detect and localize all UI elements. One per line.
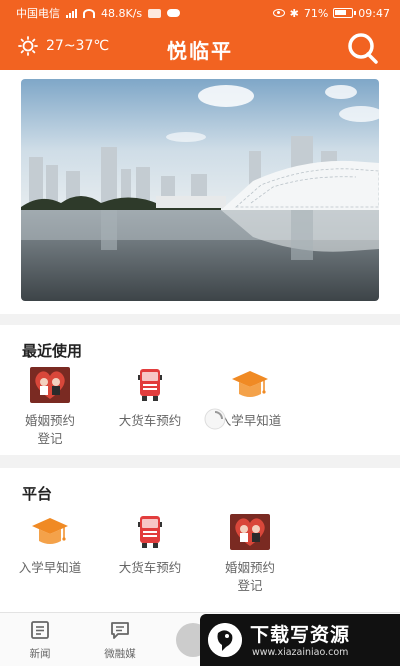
signal-icon: [66, 8, 77, 18]
platform-item-marriage[interactable]: 婚姻预约登记: [205, 514, 295, 595]
search-icon[interactable]: [346, 32, 380, 64]
recent-item-label: 婚姻预约登记: [24, 413, 75, 446]
platform-item-label: 入学早知道: [18, 560, 82, 575]
battery-icon: [333, 8, 357, 18]
recent-section: 最近使用 婚姻预约登记 大货车预约 入学早知道: [0, 325, 400, 455]
carrier-label: 中国电信: [16, 7, 60, 20]
app-header: 27~37℃ 悦临平: [0, 26, 400, 70]
nav-tab-news[interactable]: 新闻: [10, 620, 70, 661]
platform-item-truck[interactable]: 大货车预约: [105, 514, 195, 577]
bird-logo-icon: [208, 623, 242, 657]
nav-tab-label: 微融媒: [104, 648, 136, 660]
battery-percent: 71%: [303, 6, 329, 20]
eye-icon: [272, 9, 285, 17]
clock: 09:47: [358, 6, 390, 20]
recent-section-title: 最近使用: [22, 342, 83, 360]
platform-item-label: 婚姻预约登记: [224, 560, 275, 593]
nav-tab-label: 新闻: [29, 648, 51, 660]
platform-item-label: 大货车预约: [118, 560, 182, 575]
nav-tab-micro-media[interactable]: 微融媒: [90, 620, 150, 661]
watermark-banner: 下载写资源 www.xiazainiao.com: [200, 614, 400, 666]
platform-section-title: 平台: [22, 485, 53, 503]
watermark-url: www.xiazainiao.com: [252, 647, 349, 658]
weather-icon: [167, 9, 181, 17]
sun-icon: [18, 36, 38, 56]
bluetooth-icon: ✱: [289, 6, 299, 20]
recent-item-label: 大货车预约: [118, 413, 182, 428]
platform-item-enrollment[interactable]: 入学早知道: [5, 514, 95, 577]
marriage-icon: [230, 514, 270, 550]
marriage-icon: [30, 367, 70, 403]
app-screen: 中国电信 48.8K/s ✱ 71% 09:47 27~37℃ 悦临平 最近使用…: [0, 0, 400, 666]
news-icon: [31, 621, 49, 639]
status-bar: 中国电信 48.8K/s ✱ 71% 09:47: [0, 0, 400, 26]
graduation-cap-icon: [232, 371, 268, 397]
weather-widget[interactable]: 27~37℃: [18, 36, 109, 56]
truck-icon: [138, 369, 162, 401]
watermark-title: 下载写资源: [250, 624, 351, 646]
weather-temp: 27~37℃: [46, 38, 110, 54]
wifi-icon: [83, 8, 95, 18]
notification-icon: [148, 8, 162, 18]
recent-item-truck[interactable]: 大货车预约: [105, 367, 195, 430]
banner-image[interactable]: [21, 79, 379, 301]
platform-section: 平台 入学早知道 大货车预约 婚姻预约登记: [0, 468, 400, 612]
recent-item-marriage[interactable]: 婚姻预约登记: [5, 367, 95, 448]
banner-section: [0, 70, 400, 314]
graduation-cap-icon: [32, 518, 68, 544]
chat-icon: [111, 622, 129, 639]
network-speed: 48.8K/s: [101, 6, 143, 20]
truck-icon: [138, 516, 162, 548]
loading-spinner-icon: [204, 408, 226, 430]
